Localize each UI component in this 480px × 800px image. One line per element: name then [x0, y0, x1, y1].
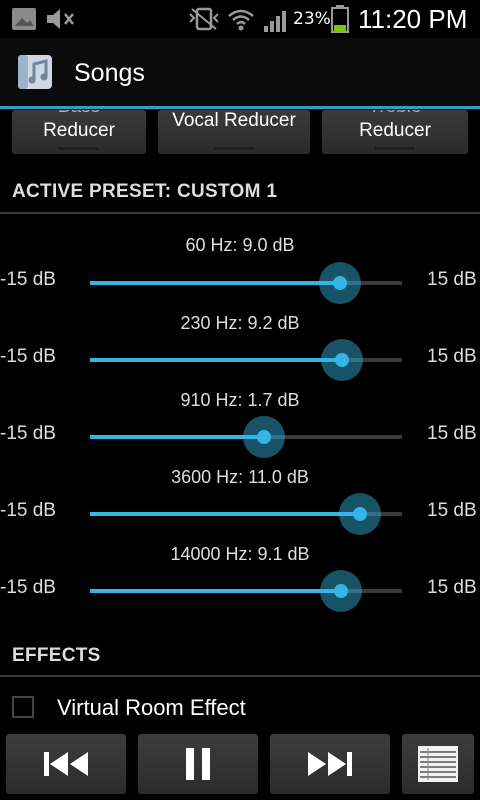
min-db-label: -15 dB	[0, 500, 56, 521]
battery-percent: 23%	[293, 9, 331, 29]
gallery-icon	[10, 6, 40, 36]
min-db-label: -15 dB	[0, 423, 56, 444]
eq-slider-track[interactable]	[90, 416, 402, 458]
music-note-icon[interactable]	[14, 52, 56, 96]
pause-button[interactable]	[138, 734, 258, 794]
eq-slider-fill	[90, 358, 342, 362]
page-title: Songs	[74, 59, 145, 87]
section-divider	[0, 212, 480, 214]
battery-icon	[330, 4, 350, 38]
preset-label: Reducer	[43, 120, 115, 141]
preset-indicator	[214, 147, 254, 150]
eq-slider-track[interactable]	[90, 339, 402, 381]
eq-slider-thumb[interactable]	[242, 416, 285, 458]
active-preset-header: ACTIVE PRESET: CUSTOM 1	[12, 181, 278, 202]
eq-slider-fill	[90, 589, 341, 593]
eq-slider-thumb[interactable]	[320, 339, 363, 381]
preset-indicator	[59, 147, 99, 150]
eq-slider-track[interactable]	[90, 262, 402, 304]
status-bar: 23% 11:20 PM	[0, 0, 480, 38]
max-db-label: 15 dB	[427, 423, 477, 444]
vocal-reducer-button[interactable]: Vocal Reducer	[158, 110, 310, 154]
action-bar-divider	[0, 106, 480, 109]
band-label: 14000 Hz: 9.1 dB	[170, 544, 310, 564]
min-db-label: -15 dB	[0, 269, 56, 290]
clock: 11:20 PM	[358, 4, 468, 34]
eq-slider-thumb[interactable]	[318, 262, 361, 304]
virtual-room-checkbox[interactable]	[12, 696, 34, 718]
eq-slider-track[interactable]	[90, 570, 402, 612]
section-divider	[0, 675, 480, 677]
signal-icon	[262, 6, 292, 38]
band-label: 230 Hz: 9.2 dB	[180, 313, 300, 333]
eq-slider-track[interactable]	[90, 493, 402, 535]
eq-slider-thumb[interactable]	[319, 570, 362, 612]
playlist-button[interactable]	[402, 734, 474, 794]
action-bar: Songs	[0, 38, 480, 106]
eq-slider-fill	[90, 281, 340, 285]
eq-slider-fill	[90, 435, 264, 439]
band-label: 60 Hz: 9.0 dB	[185, 235, 295, 255]
next-button[interactable]	[270, 734, 390, 794]
max-db-label: 15 dB	[427, 577, 477, 598]
max-db-label: 15 dB	[427, 346, 477, 367]
previous-button[interactable]	[6, 734, 126, 794]
preset-indicator	[375, 147, 415, 150]
wifi-icon	[227, 6, 255, 38]
preset-label: Reducer	[359, 120, 431, 141]
min-db-label: -15 dB	[0, 577, 56, 598]
preset-cut-text: Bass	[12, 110, 146, 118]
band-label: 910 Hz: 1.7 dB	[180, 390, 300, 410]
mute-icon	[44, 6, 78, 36]
effects-header: EFFECTS	[12, 645, 101, 666]
band-label: 3600 Hz: 11.0 dB	[171, 467, 309, 487]
max-db-label: 15 dB	[427, 500, 477, 521]
bass-reducer-button[interactable]: Bass Reducer	[12, 110, 146, 154]
max-db-label: 15 dB	[427, 269, 477, 290]
treble-reducer-button[interactable]: Treble Reducer	[322, 110, 468, 154]
eq-slider-fill	[90, 512, 361, 516]
preset-label: Vocal Reducer	[172, 110, 296, 131]
min-db-label: -15 dB	[0, 346, 56, 367]
vibrate-icon	[186, 6, 222, 36]
preset-cut-text: Treble	[322, 110, 468, 118]
eq-slider-thumb[interactable]	[339, 493, 382, 535]
virtual-room-label: Virtual Room Effect	[57, 695, 246, 720]
